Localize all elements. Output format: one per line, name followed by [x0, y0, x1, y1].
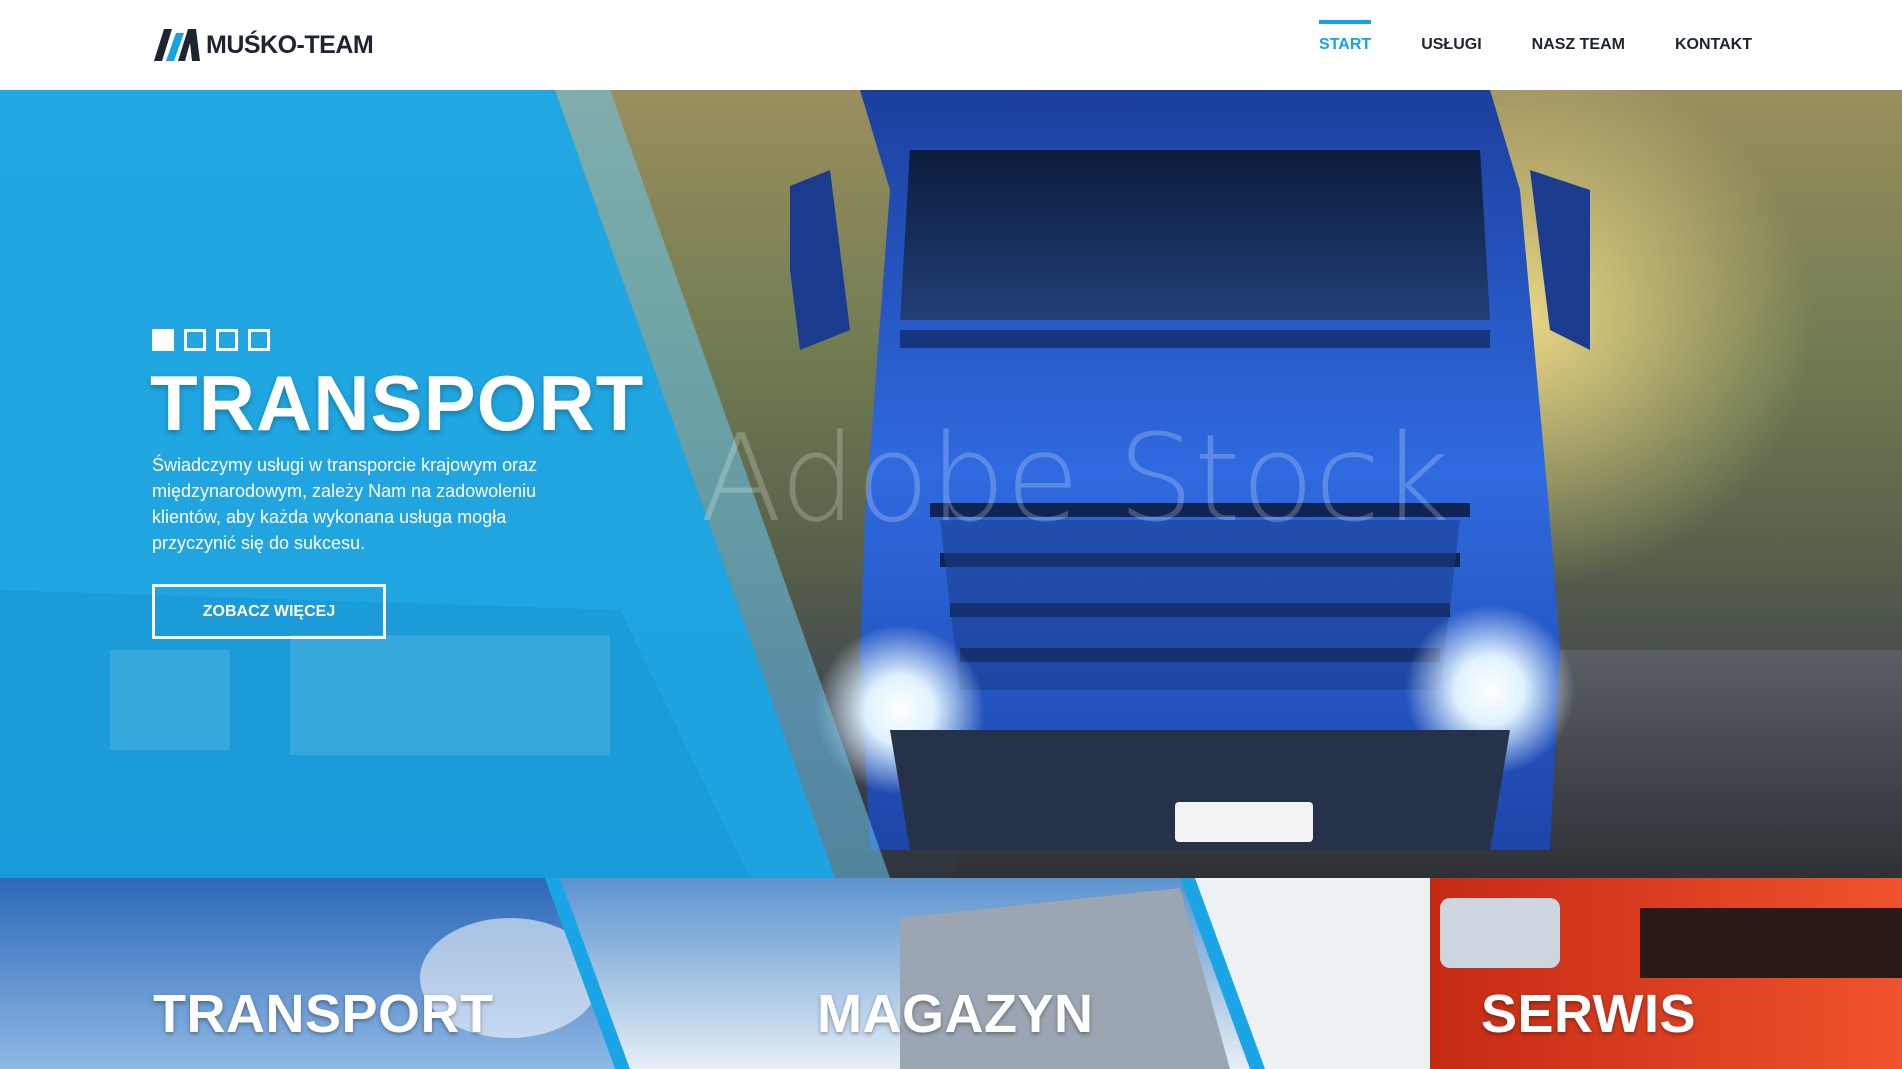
nav-item-uslugi[interactable]: USŁUGI — [1421, 20, 1481, 70]
site-header: MUŚKO-TEAM START USŁUGI NASZ TEAM KONTAK… — [0, 0, 1902, 90]
main-nav: START USŁUGI NASZ TEAM KONTAKT — [1269, 20, 1752, 70]
logo[interactable]: MUŚKO-TEAM — [154, 28, 374, 62]
logo-mark-icon — [154, 29, 200, 61]
hero-description: Świadczymy usługi w transporcie krajowym… — [152, 455, 538, 553]
slider-dot-3[interactable] — [216, 329, 238, 351]
tile-transport-title[interactable]: TRANSPORT — [153, 983, 494, 1045]
service-tiles: TRANSPORT MAGAZYN SERWIS — [0, 878, 1902, 1069]
slider-pagination — [152, 329, 270, 351]
see-more-button[interactable]: ZOBACZ WIĘCEJ — [152, 584, 386, 639]
hero-title: TRANSPORT — [150, 359, 645, 447]
slider-dot-1[interactable] — [152, 329, 174, 351]
nav-item-kontakt[interactable]: KONTAKT — [1675, 20, 1752, 70]
nav-item-nasz-team[interactable]: NASZ TEAM — [1532, 20, 1625, 70]
slider-dot-4[interactable] — [248, 329, 270, 351]
slider-dot-2[interactable] — [184, 329, 206, 351]
tile-magazyn-title[interactable]: MAGAZYN — [817, 983, 1093, 1045]
logo-text: MUŚKO-TEAM — [206, 30, 374, 59]
tile-serwis-title[interactable]: SERWIS — [1481, 983, 1696, 1045]
hero-slider: Adobe Stock TRANSPORT Świadczymy usługi … — [0, 90, 1902, 878]
nav-item-start[interactable]: START — [1319, 20, 1372, 70]
